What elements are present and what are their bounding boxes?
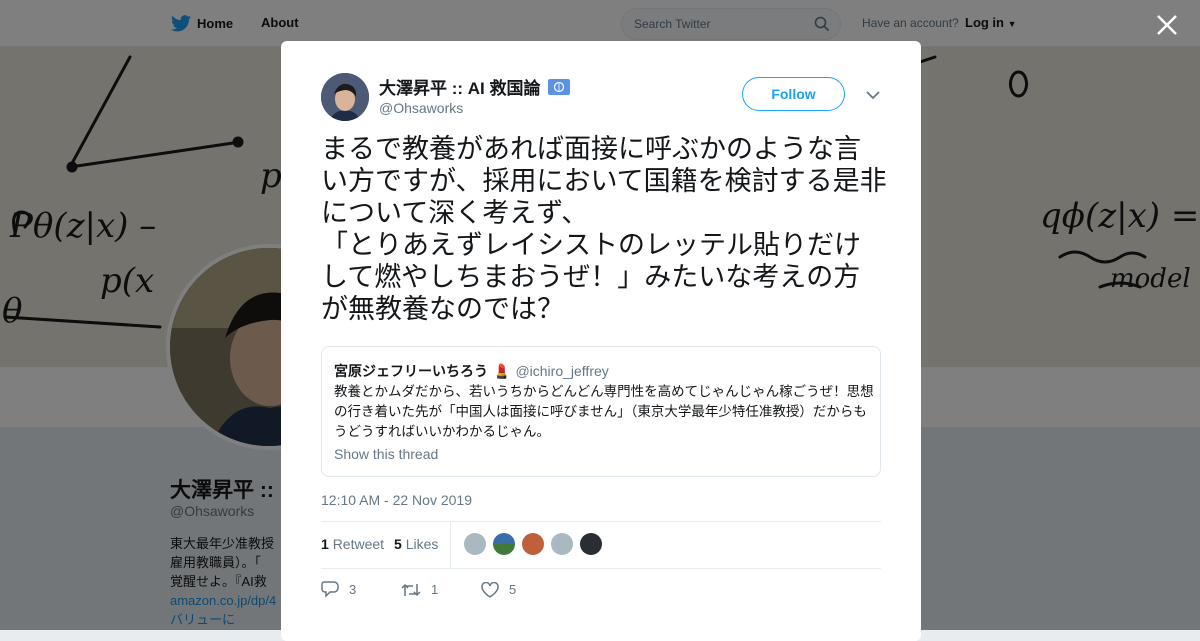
like-stat[interactable]: 5 Likes — [394, 536, 438, 552]
author-avatar[interactable] — [321, 73, 369, 121]
like-count: 5 — [394, 536, 402, 552]
divider — [321, 568, 881, 569]
tweet-text-body: まるで教養があれば面接に呼ぶかのような言い方ですが、採用において国籍を検討する是… — [321, 134, 887, 325]
chevron-down-icon[interactable] — [866, 91, 880, 100]
author-avatar-image — [321, 73, 369, 121]
tweet-timestamp[interactable]: 12:10 AM - 22 Nov 2019 — [321, 492, 472, 508]
tweet-actions: 3 1 5 — [321, 581, 561, 598]
liker-avatars — [464, 533, 602, 555]
retweet-button[interactable]: 1 — [401, 581, 481, 598]
like-stat-label: Likes — [405, 536, 439, 552]
show-thread-link[interactable]: Show this thread — [334, 446, 438, 462]
tweet-modal: 大澤昇平 :: AI 救国論 @Ohsaworks Follow まるで教養があ… — [281, 41, 921, 641]
author-name[interactable]: 大澤昇平 :: AI 救国論 — [379, 74, 570, 99]
un-flag-icon — [547, 78, 570, 95]
heart-icon — [481, 581, 499, 598]
retweet-stat-label: Retweet — [332, 536, 385, 552]
retweet-count: 1 — [321, 536, 329, 552]
divider — [321, 521, 881, 522]
follow-button[interactable]: Follow — [742, 77, 845, 111]
tweet-text: まるで教養があれば面接に呼ぶかのような言い方ですが、採用において国籍を検討する是… — [321, 134, 887, 326]
quoted-tweet[interactable]: 宮原ジェフリーいちろう 💄 @ichiro_jeffrey 教養とかムダだから、… — [321, 346, 881, 477]
author-name-label: 大澤昇平 :: AI 救国論 — [379, 79, 541, 98]
lipstick-emoji-icon: 💄 — [493, 362, 511, 379]
reply-icon — [321, 581, 339, 598]
author-handle[interactable]: @Ohsaworks — [379, 100, 463, 116]
quoted-tweet-text: 教養とかムダだから、若いうちからどんどん専門性を高めてじゃんじゃん稼ごうぜ！思想… — [334, 384, 874, 439]
retweet-icon — [401, 583, 421, 596]
quoted-tweet-header: 宮原ジェフリーいちろう 💄 @ichiro_jeffrey — [334, 361, 609, 381]
like-action-count: 5 — [509, 582, 517, 597]
retweet-action-count: 1 — [431, 582, 439, 597]
liker-avatar[interactable] — [493, 533, 515, 555]
liker-avatar[interactable] — [580, 533, 602, 555]
reply-count: 3 — [349, 582, 357, 597]
liker-avatar[interactable] — [464, 533, 486, 555]
liker-avatar[interactable] — [522, 533, 544, 555]
quoted-author-name: 宮原ジェフリーいちろう — [334, 363, 488, 379]
tweet-stats: 1 Retweet 5 Likes — [321, 536, 438, 552]
liker-avatar[interactable] — [551, 533, 573, 555]
quoted-author-handle: @ichiro_jeffrey — [515, 363, 609, 379]
close-icon[interactable] — [1154, 12, 1180, 38]
like-button[interactable]: 5 — [481, 581, 561, 598]
divider — [450, 522, 451, 568]
reply-button[interactable]: 3 — [321, 581, 401, 598]
retweet-stat[interactable]: 1 Retweet — [321, 536, 384, 552]
